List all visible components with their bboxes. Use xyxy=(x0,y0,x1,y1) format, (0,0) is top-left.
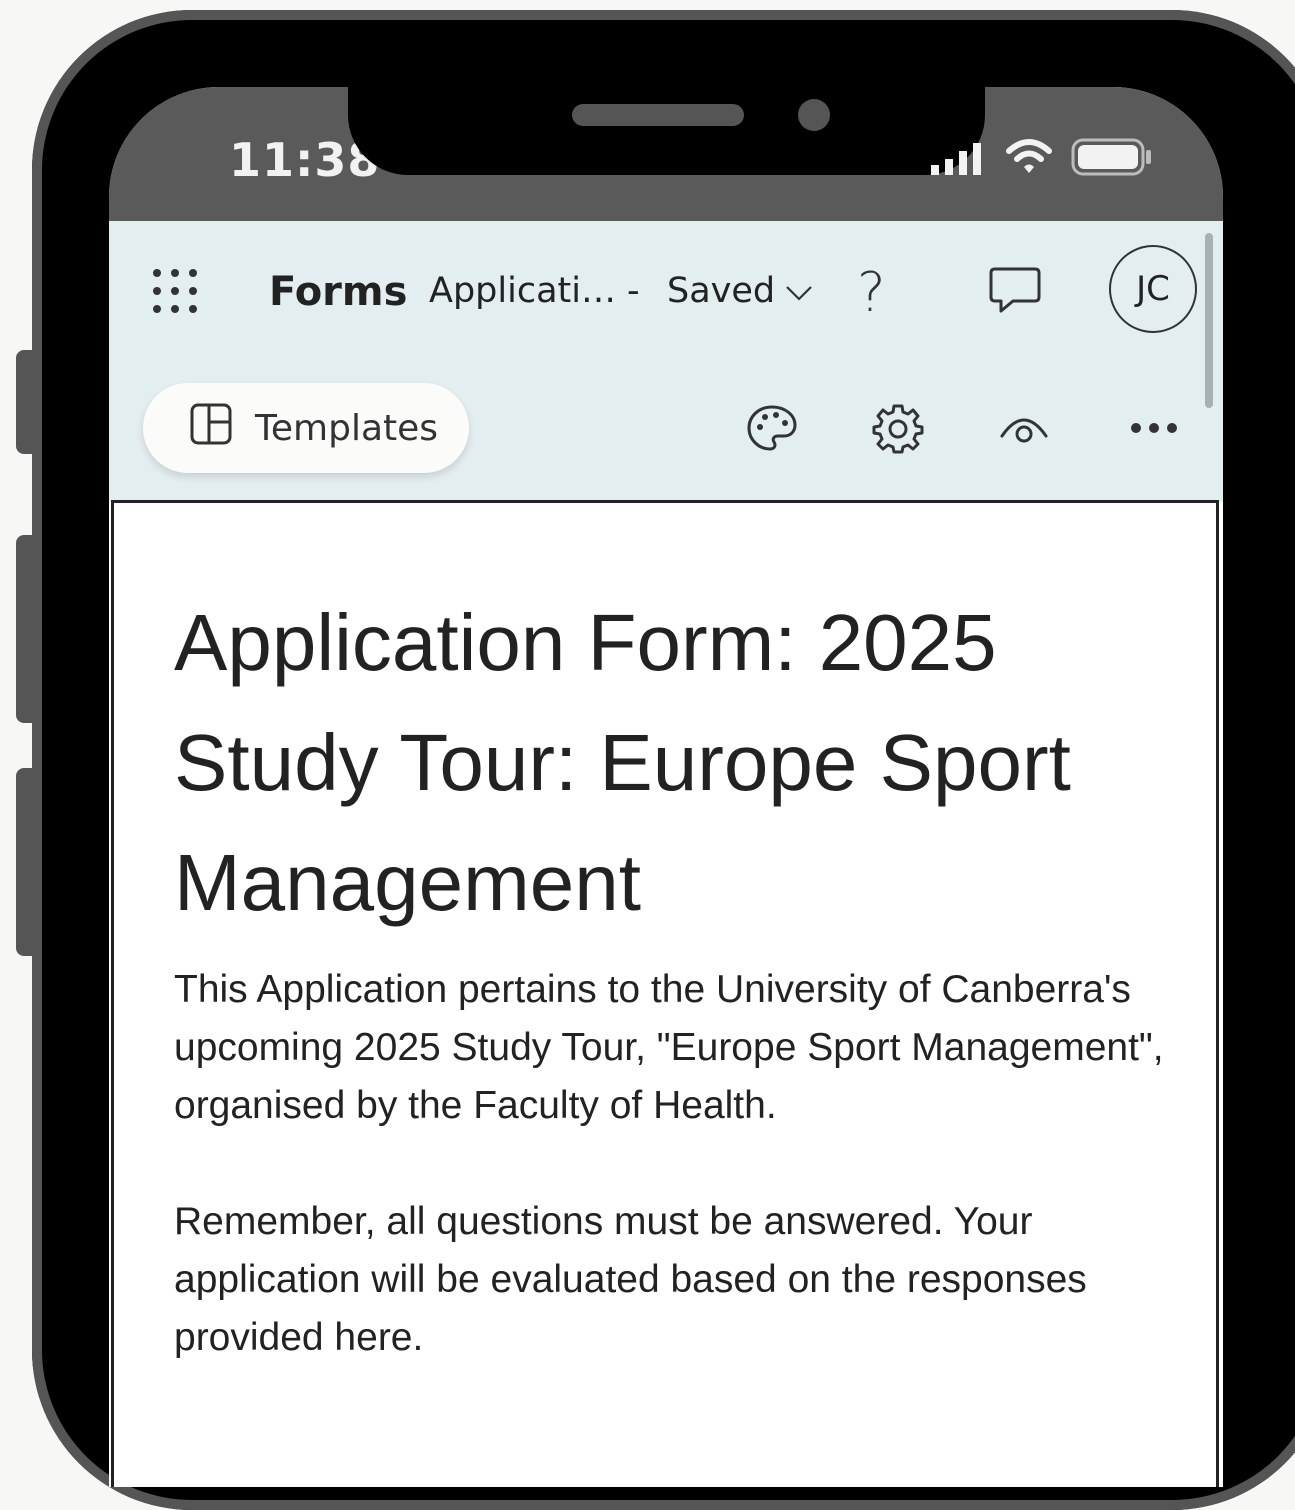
form-description-paragraph: Remember, all questions must be answered… xyxy=(174,1200,1087,1359)
speaker xyxy=(572,104,744,126)
app-launcher-icon[interactable] xyxy=(151,267,199,315)
palette-icon[interactable] xyxy=(745,401,799,455)
eye-icon[interactable] xyxy=(997,401,1051,455)
comment-icon[interactable] xyxy=(989,265,1041,320)
gear-icon[interactable] xyxy=(871,401,925,455)
more-icon[interactable] xyxy=(1127,401,1181,455)
templates-button[interactable]: Templates xyxy=(143,383,469,473)
phone-screen: 11:38 Forms Applicati… - Saved ? JC Temp… xyxy=(109,87,1223,1487)
scrollbar[interactable] xyxy=(1205,233,1213,408)
status-icons xyxy=(929,137,1153,182)
signal-icon xyxy=(929,137,987,182)
form-title[interactable]: Application Form: 2025 Study Tour: Europ… xyxy=(174,583,1184,943)
help-button[interactable]: ? xyxy=(857,261,886,324)
save-status-label: Saved xyxy=(667,271,776,311)
form-description[interactable]: This Application pertains to the Univers… xyxy=(174,961,1174,1425)
chevron-down-icon xyxy=(785,271,813,311)
app-name[interactable]: Forms xyxy=(269,269,407,315)
app-header: Forms Applicati… - Saved ? JC Templates xyxy=(109,221,1223,502)
document-title[interactable]: Applicati… xyxy=(429,271,616,311)
form-description-paragraph: This Application pertains to the Univers… xyxy=(174,968,1164,1127)
save-status-dropdown[interactable]: Saved xyxy=(667,271,813,311)
notch xyxy=(348,87,985,175)
battery-icon xyxy=(1071,137,1153,182)
front-camera xyxy=(798,99,830,131)
title-separator: - xyxy=(627,271,640,311)
wifi-icon xyxy=(1005,137,1053,182)
form-card: Application Form: 2025 Study Tour: Europ… xyxy=(111,500,1219,1487)
status-bar: 11:38 xyxy=(109,87,1223,221)
layout-icon xyxy=(189,402,233,455)
avatar[interactable]: JC xyxy=(1109,245,1197,333)
templates-label: Templates xyxy=(255,407,439,449)
